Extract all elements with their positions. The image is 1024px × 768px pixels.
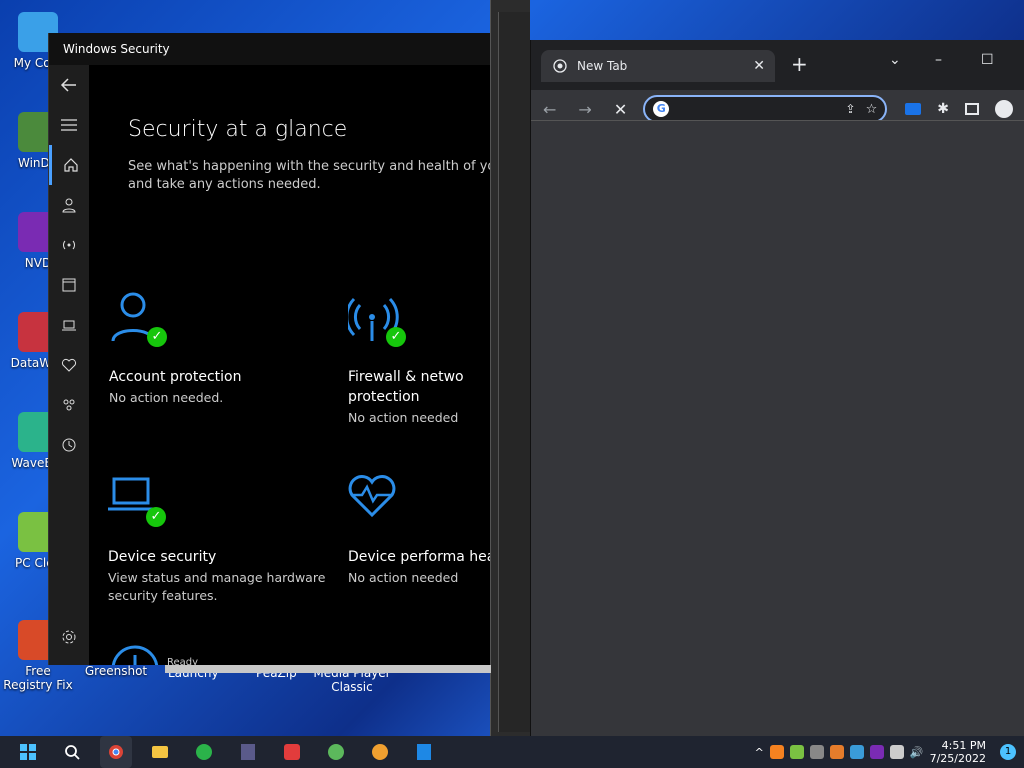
forward-icon[interactable]: → — [578, 100, 591, 119]
chrome-tab-icon — [553, 59, 567, 73]
date: 7/25/2022 — [929, 752, 986, 765]
protection-history-icon — [109, 643, 169, 665]
share-icon[interactable]: ⇪ — [846, 102, 856, 116]
background-window — [498, 12, 530, 732]
meet-extension-icon[interactable] — [905, 103, 922, 115]
tile-status: No action needed — [348, 570, 459, 585]
desktop-icon-label: Greenshot — [84, 664, 148, 678]
tray-app-icon[interactable] — [769, 745, 784, 759]
defender-icon[interactable] — [232, 736, 264, 768]
security-main: Security at a glance See what's happenin… — [89, 65, 490, 665]
tab-search-icon[interactable]: ⌄ — [889, 52, 901, 68]
tile-status: View status and manage hardware security… — [108, 570, 326, 603]
tile-device-performance[interactable]: Device performa health No action needed — [348, 471, 490, 587]
page-title: Security at a glance — [128, 117, 348, 142]
device-security-icon: ✓ — [108, 471, 168, 531]
tile-name: Device security — [108, 549, 217, 565]
maximize-icon[interactable]: ☐ — [981, 52, 994, 68]
tab-new-tab[interactable]: New Tab ✕ — [541, 50, 775, 82]
search-icon[interactable] — [56, 736, 88, 768]
device-icon[interactable] — [49, 305, 89, 345]
tile-name: Device performa health — [348, 549, 490, 565]
app-icon[interactable] — [276, 736, 308, 768]
tray-app-icon[interactable] — [869, 745, 884, 759]
desktop-icon-label: Free Registry Fix — [3, 664, 73, 692]
taskbar: ^ 🔊 4:51 PM 7/25/2022 1 — [0, 736, 1024, 768]
network-icon[interactable] — [889, 745, 904, 759]
chevron-up-icon[interactable]: ^ — [755, 746, 764, 759]
firewall-protection-icon: ✓ — [345, 291, 408, 351]
check-icon: ✓ — [386, 327, 406, 347]
notification-badge[interactable]: 1 — [1000, 744, 1016, 760]
window-title: Windows Security — [49, 33, 490, 65]
tray-app-icon[interactable] — [809, 745, 824, 759]
close-icon[interactable]: ✕ — [753, 58, 765, 74]
chrome-content — [531, 120, 1024, 736]
clock[interactable]: 4:51 PM 7/25/2022 — [930, 739, 986, 765]
chrome-taskbar-icon[interactable] — [100, 736, 132, 768]
tray-app-icon[interactable] — [789, 745, 804, 759]
security-nav — [49, 65, 89, 665]
stop-icon[interactable]: ✕ — [614, 100, 627, 119]
tab-strip: New Tab ✕ + ⌄ – ☐ — [531, 40, 1024, 90]
tray-app-icon[interactable] — [849, 745, 864, 759]
profile-icon[interactable] — [994, 100, 1013, 118]
family-icon[interactable] — [49, 385, 89, 425]
side-panel-icon[interactable] — [964, 103, 979, 115]
app-browser-icon[interactable] — [49, 265, 89, 305]
extensions-icon[interactable]: ✱ — [937, 101, 949, 117]
tile-protection-history[interactable] — [109, 643, 329, 665]
health-icon[interactable] — [49, 345, 89, 385]
omnibox[interactable]: G ⇪ ☆ — [643, 95, 888, 123]
settings-icon[interactable] — [49, 617, 89, 657]
history-icon[interactable] — [49, 425, 89, 465]
windows-security-window: Windows Security Security at a glance Se… — [48, 33, 491, 673]
menu-icon[interactable] — [49, 105, 89, 145]
security-taskbar-icon[interactable] — [408, 736, 440, 768]
new-tab-button[interactable]: + — [791, 52, 808, 76]
recycle-icon[interactable] — [320, 736, 352, 768]
paint-icon[interactable] — [364, 736, 396, 768]
tile-account-protection[interactable]: ✓ Account protection No action needed. — [109, 291, 329, 407]
time: 4:51 PM — [941, 739, 986, 752]
account-icon[interactable] — [49, 185, 89, 225]
tab-title: New Tab — [577, 59, 628, 73]
check-icon: ✓ — [146, 507, 166, 527]
tile-device-security[interactable]: ✓ Device security View status and manage… — [108, 471, 328, 605]
address-input[interactable] — [675, 101, 816, 117]
tray-app-icon[interactable] — [829, 745, 844, 759]
home-icon[interactable] — [49, 145, 89, 185]
file-explorer-icon[interactable] — [144, 736, 176, 768]
device-performance-icon — [348, 471, 408, 531]
tile-status: No action needed. — [109, 390, 224, 405]
bookmark-star-icon[interactable]: ☆ — [866, 102, 878, 117]
chrome-window: New Tab ✕ + ⌄ – ☐ ← → ✕ G ⇪ ☆ ✱ — [530, 40, 1024, 736]
tile-name: Account protection — [109, 369, 242, 385]
account-protection-icon: ✓ — [109, 291, 169, 351]
check-icon: ✓ — [147, 327, 167, 347]
page-subtitle: See what's happening with the security a… — [128, 159, 490, 192]
edge-icon[interactable] — [188, 736, 220, 768]
tile-name: Firewall & netwo protection — [348, 369, 464, 405]
back-icon[interactable] — [49, 65, 89, 105]
minimize-icon[interactable]: – — [935, 52, 942, 68]
start-icon[interactable] — [12, 736, 44, 768]
system-tray: ^ 🔊 4:51 PM 7/25/2022 1 — [755, 739, 1024, 765]
google-icon: G — [653, 101, 670, 117]
horizontal-scrollbar[interactable] — [165, 665, 491, 673]
volume-icon[interactable]: 🔊 — [910, 746, 924, 759]
firewall-icon[interactable] — [49, 225, 89, 265]
tile-status: No action needed — [348, 410, 459, 425]
tile-firewall[interactable]: ✓ Firewall & netwo protection No action … — [345, 291, 490, 427]
back-icon[interactable]: ← — [543, 100, 556, 119]
